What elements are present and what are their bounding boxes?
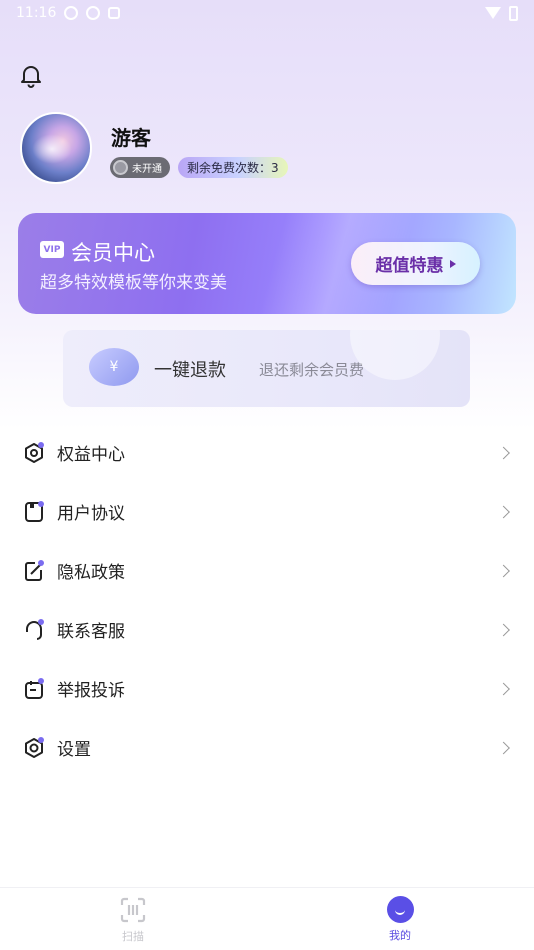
vip-tag-icon: VIP xyxy=(40,241,64,258)
wifi-icon xyxy=(485,7,501,19)
special-offer-label: 超值特惠 xyxy=(375,256,444,276)
profile-smile-icon xyxy=(386,896,414,923)
chevron-right-icon xyxy=(497,682,510,695)
membership-status-badge: 未开通 xyxy=(110,157,170,178)
menu-item-label: 隐私政策 xyxy=(57,563,125,583)
play-arrow-icon xyxy=(449,259,456,268)
menu-item-privacy-policy[interactable]: 隐私政策 xyxy=(0,541,534,600)
tab-mine[interactable]: 我的 xyxy=(360,896,440,943)
special-offer-button[interactable]: 超值特惠 xyxy=(351,242,480,285)
menu-item-customer-service[interactable]: 联系客服 xyxy=(0,600,534,659)
battery-icon xyxy=(509,5,518,21)
free-uses-label: 剩余免费次数： xyxy=(187,161,272,175)
gear-icon xyxy=(23,736,45,759)
clipboard-icon xyxy=(23,677,45,700)
menu-item-label: 权益中心 xyxy=(57,445,125,465)
edit-doc-icon xyxy=(23,559,45,582)
menu-item-user-agreement[interactable]: 用户协议 xyxy=(0,482,534,541)
menu-item-label: 用户协议 xyxy=(57,504,125,524)
medal-icon xyxy=(113,160,128,175)
menu-item-label: 设置 xyxy=(57,740,91,760)
refund-coin-icon: ¥ xyxy=(89,348,139,386)
vip-title: 会员中心 xyxy=(71,241,155,265)
menu-item-report[interactable]: 举报投诉 xyxy=(0,659,534,718)
tab-scan-label: 扫描 xyxy=(122,930,144,943)
chevron-right-icon xyxy=(497,564,510,577)
notification-icon xyxy=(108,7,121,19)
bell-icon[interactable] xyxy=(18,62,44,88)
chevron-right-icon xyxy=(497,741,510,754)
username: 游客 xyxy=(111,126,151,150)
menu-item-benefits[interactable]: 权益中心 xyxy=(0,423,534,482)
status-time: 11:16 xyxy=(16,5,57,21)
menu-item-label: 联系客服 xyxy=(57,622,125,642)
free-uses-badge: 剩余免费次数： 3 xyxy=(178,157,288,178)
vip-subtitle: 超多特效模板等你来变美 xyxy=(40,273,227,293)
hexagon-badge-icon xyxy=(23,441,45,464)
menu-list: 权益中心 用户协议 隐私政策 联系客服 举报投诉 设置 xyxy=(0,423,534,777)
avatar[interactable] xyxy=(20,112,92,184)
chevron-right-icon xyxy=(497,623,510,636)
document-icon xyxy=(23,500,45,523)
vip-center-card[interactable]: VIP 会员中心 超多特效模板等你来变美 超值特惠 xyxy=(18,213,516,314)
bottom-tab-bar: 扫描 我的 xyxy=(0,887,534,950)
status-bar: 11:16 xyxy=(0,0,534,26)
membership-status-label: 未开通 xyxy=(132,164,162,175)
headset-icon xyxy=(23,618,45,641)
tab-scan[interactable]: 扫描 xyxy=(93,896,173,944)
scan-icon xyxy=(120,897,146,923)
refund-title: 一键退款 xyxy=(154,360,226,381)
notification-icon xyxy=(64,6,79,20)
refund-subtitle: 退还剩余会员费 xyxy=(259,361,365,379)
chevron-right-icon xyxy=(497,505,510,518)
menu-item-label: 举报投诉 xyxy=(57,681,125,701)
notification-icon xyxy=(86,6,101,20)
one-click-refund-card[interactable]: ¥ 一键退款 退还剩余会员费 xyxy=(63,330,470,407)
chevron-right-icon xyxy=(497,446,510,459)
tab-mine-label: 我的 xyxy=(389,929,411,942)
free-uses-count: 3 xyxy=(271,160,279,175)
menu-item-settings[interactable]: 设置 xyxy=(0,718,534,777)
